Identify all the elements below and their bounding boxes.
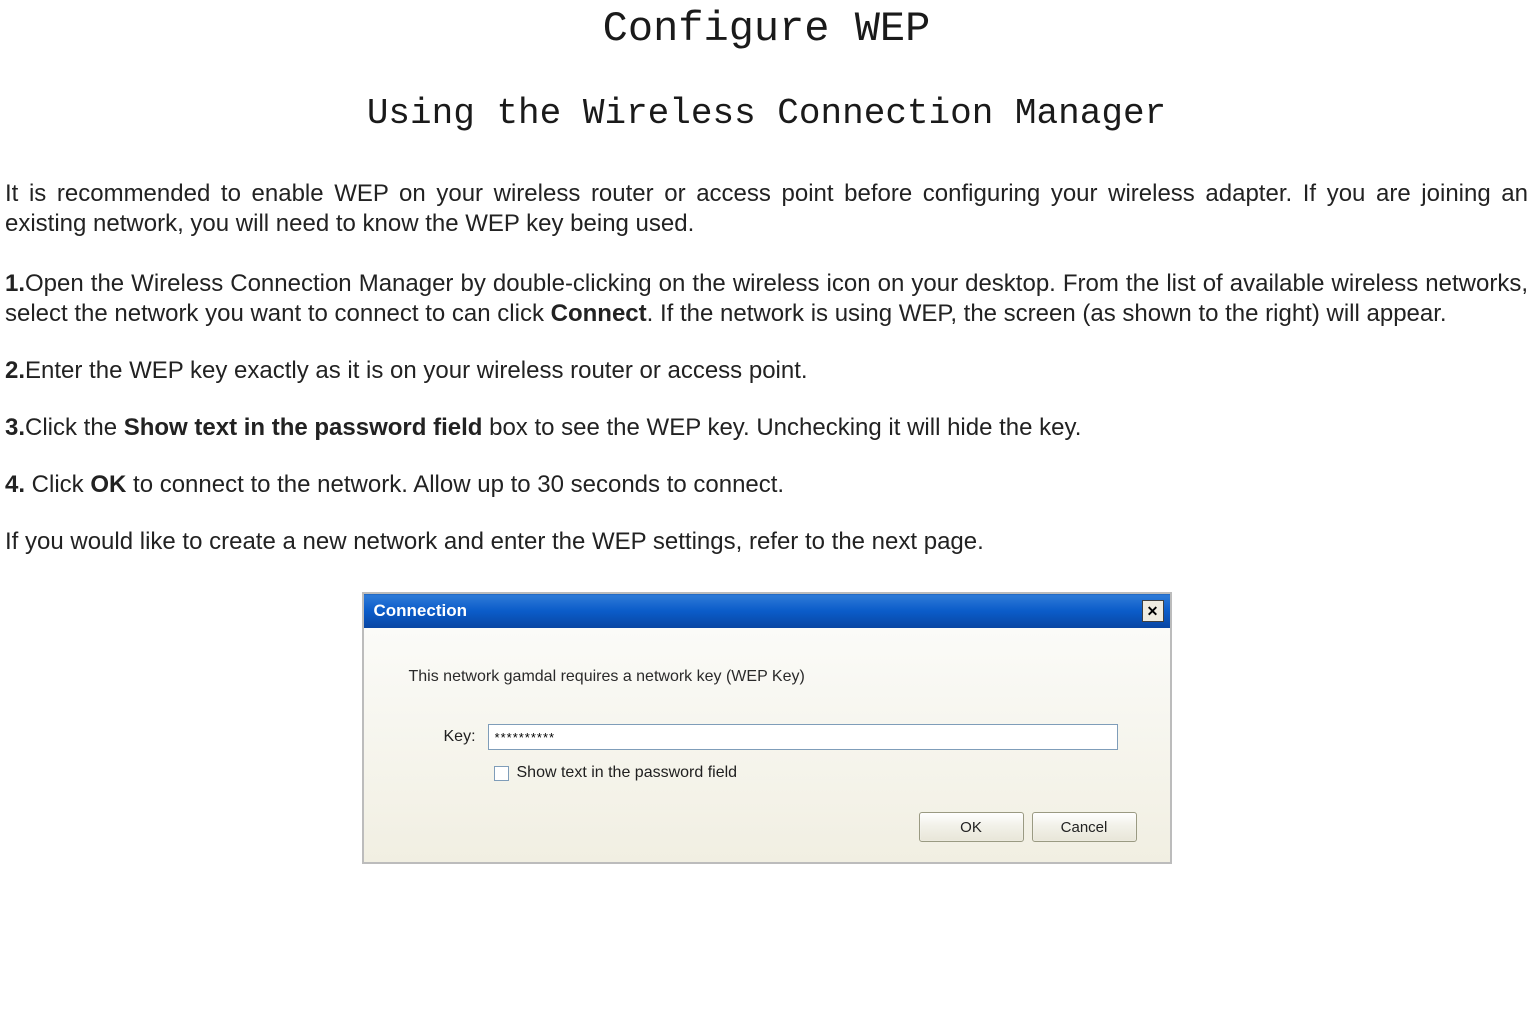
step-1-bold: Connect: [551, 300, 647, 327]
dialog-wrapper: Connection ✕ This network gamdal require…: [0, 592, 1533, 864]
show-text-checkbox[interactable]: [494, 766, 509, 781]
show-text-label: Show text in the password field: [517, 764, 738, 782]
key-label: Key:: [444, 728, 476, 746]
step-4: 4. Click OK to connect to the network. A…: [5, 470, 1528, 500]
step-1-number: 1.: [5, 270, 25, 297]
dialog-message: This network gamdal requires a network k…: [409, 668, 1140, 686]
step-3-text-b: box to see the WEP key. Unchecking it wi…: [482, 414, 1081, 441]
step-3-text-a: Click the: [25, 414, 124, 441]
step-3: 3.Click the Show text in the password fi…: [5, 413, 1528, 443]
step-4-text-b: to connect to the network. Allow up to 3…: [126, 471, 784, 498]
button-row: OK Cancel: [394, 812, 1140, 842]
step-2-text: Enter the WEP key exactly as it is on yo…: [25, 357, 808, 384]
step-1: 1.Open the Wireless Connection Manager b…: [5, 269, 1528, 329]
dialog-body: This network gamdal requires a network k…: [364, 628, 1170, 862]
close-icon: ✕: [1147, 603, 1159, 620]
dialog-title-bar: Connection ✕: [364, 594, 1170, 628]
step-4-text-a: Click: [25, 471, 90, 498]
step-2: 2.Enter the WEP key exactly as it is on …: [5, 356, 1528, 386]
intro-paragraph: It is recommended to enable WEP on your …: [5, 179, 1528, 239]
step-1-text-b: . If the network is using WEP, the scree…: [647, 300, 1447, 327]
closing-paragraph: If you would like to create a new networ…: [5, 527, 1528, 557]
dialog-title: Connection: [374, 601, 468, 621]
step-4-number: 4.: [5, 471, 25, 498]
close-button[interactable]: ✕: [1142, 600, 1164, 622]
page-title: Configure WEP: [0, 5, 1533, 53]
ok-button[interactable]: OK: [919, 812, 1024, 842]
page-subtitle: Using the Wireless Connection Manager: [0, 93, 1533, 134]
step-3-number: 3.: [5, 414, 25, 441]
step-4-bold: OK: [90, 471, 126, 498]
key-row: Key:: [444, 724, 1140, 750]
cancel-button[interactable]: Cancel: [1032, 812, 1137, 842]
show-text-row: Show text in the password field: [494, 764, 1140, 782]
connection-dialog: Connection ✕ This network gamdal require…: [362, 592, 1172, 864]
step-2-number: 2.: [5, 357, 25, 384]
key-input[interactable]: [488, 724, 1118, 750]
step-3-bold: Show text in the password field: [124, 414, 483, 441]
